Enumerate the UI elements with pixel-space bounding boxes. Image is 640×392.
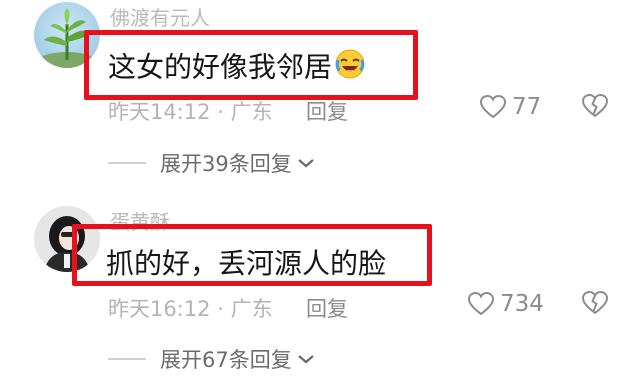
divider-line [108,358,146,360]
comment-meta: 昨天16:12 · 广东 [108,293,273,323]
heart-icon [480,95,506,119]
like-count: 734 [500,291,544,317]
broken-heart-icon [581,93,609,118]
expand-replies-button[interactable]: 展开67条回复 [108,344,316,374]
like-button[interactable]: 734 [468,291,544,317]
comment-meta: 昨天14:12 · 广东 [108,96,273,126]
dislike-button[interactable] [581,290,609,319]
like-button[interactable]: 77 [480,94,541,120]
location: 广东 [230,100,273,124]
highlight-box [84,30,418,100]
expand-replies-label: 展开39条回复 [160,152,292,176]
timestamp: 昨天14:12 [108,100,211,124]
username[interactable]: 佛渡有元人 [110,2,210,31]
heart-icon [468,292,494,316]
expand-replies-label: 展开67条回复 [160,348,292,372]
comment-item: 佛渡有元人 这女的好像我邻居 昨天14:12 · 广东 回复 77 展开39条回… [0,0,640,190]
highlight-box [72,224,432,286]
reply-button[interactable]: 回复 [306,96,348,126]
separator-dot: · [217,100,224,124]
reply-button[interactable]: 回复 [306,293,348,323]
dislike-button[interactable] [581,93,609,122]
like-count: 77 [512,94,542,120]
separator-dot: · [217,297,224,321]
expand-replies-button[interactable]: 展开39条回复 [108,148,316,178]
location: 广东 [230,297,273,321]
timestamp: 昨天16:12 [108,297,211,321]
broken-heart-icon [581,290,609,315]
comment-item: 蛋黄酥 抓的好，丢河源人的脸 昨天16:12 · 广东 回复 734 展开67条… [0,200,640,392]
divider-line [108,162,146,164]
chevron-down-icon [298,159,314,168]
chevron-down-icon [298,355,314,364]
